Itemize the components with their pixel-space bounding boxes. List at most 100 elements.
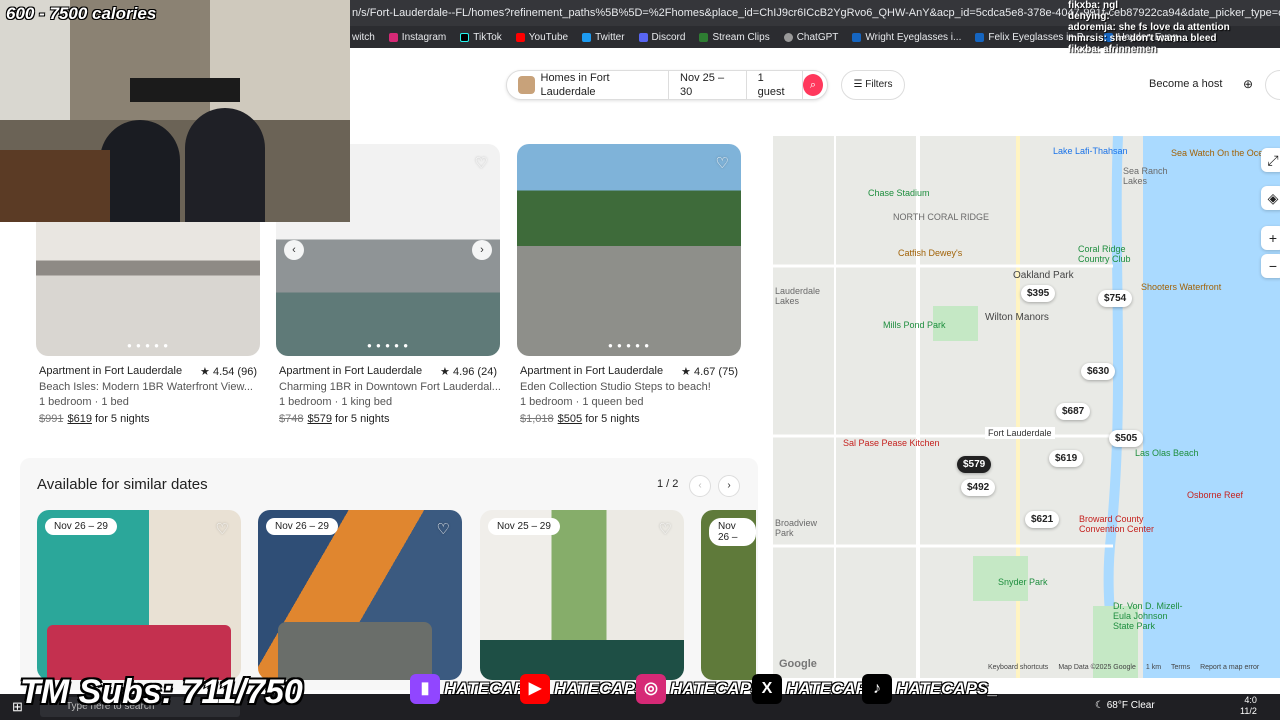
heart-icon[interactable]: ♡ bbox=[216, 520, 229, 538]
search-icon: ⌕ bbox=[809, 79, 816, 91]
price-pin[interactable]: $621 bbox=[1025, 511, 1060, 528]
price-pin[interactable]: $492 bbox=[961, 479, 996, 496]
photo-dots: ● ● ● ● ● bbox=[607, 341, 651, 350]
bookmark-instagram[interactable]: Instagram bbox=[388, 32, 446, 43]
map-label: Catfish Dewey's bbox=[898, 248, 963, 258]
date-badge: Nov 25 – 29 bbox=[488, 518, 560, 535]
map-label: Chase Stadium bbox=[868, 188, 930, 198]
similar-card[interactable]: Nov 26 – bbox=[701, 510, 756, 680]
map-label: Broward County Convention Center bbox=[1079, 514, 1155, 534]
listing-card[interactable]: ♡ ● ● ● ● ● Apartment in Fort Lauderdale… bbox=[517, 144, 741, 425]
bookmark-stream-clips[interactable]: Stream Clips bbox=[699, 32, 770, 43]
chat-message: fikxba: ngl bbox=[1068, 0, 1119, 11]
map-label: Osborne Reef bbox=[1187, 490, 1244, 500]
map-label: Wilton Manors bbox=[985, 312, 1049, 323]
home-icon bbox=[518, 76, 535, 94]
bookmark-chatgpt[interactable]: ChatGPT bbox=[783, 32, 838, 43]
bookmark-discord[interactable]: Discord bbox=[638, 32, 685, 43]
price-pin-selected[interactable]: $579 bbox=[957, 456, 992, 473]
clock[interactable]: 4:0 11/2 bbox=[1240, 695, 1257, 717]
bookmark-twitter[interactable]: Twitter bbox=[582, 32, 625, 43]
bookmark-wright-eyeglasses[interactable]: Wright Eyeglasses i... bbox=[852, 32, 961, 43]
map-label: Snyder Park bbox=[998, 577, 1048, 587]
price-pin[interactable]: $395 bbox=[1021, 285, 1056, 302]
become-host-link[interactable]: Become a host bbox=[1149, 78, 1222, 90]
heart-icon[interactable]: ♡ bbox=[475, 154, 488, 172]
price-pin[interactable]: $630 bbox=[1081, 363, 1116, 380]
tiktok-icon: ♪ bbox=[862, 674, 892, 704]
date-badge: Nov 26 – 29 bbox=[45, 518, 117, 535]
heart-icon[interactable]: ♡ bbox=[716, 154, 729, 172]
zoom-out-button[interactable]: − bbox=[1261, 254, 1280, 278]
instagram-icon bbox=[388, 32, 398, 42]
similar-card[interactable]: Nov 26 – 29 ♡ bbox=[258, 510, 462, 680]
intracoastal-waterway bbox=[1103, 136, 1124, 678]
similar-card[interactable]: Nov 25 – 29 ♡ bbox=[480, 510, 684, 680]
wall-art bbox=[130, 78, 240, 102]
photo-dots: ● ● ● ● ● bbox=[126, 341, 170, 350]
price-pin[interactable]: $505 bbox=[1109, 430, 1144, 447]
dates-segment[interactable]: Nov 25 – 30 bbox=[669, 71, 747, 99]
listing-title: Eden Collection Studio Steps to beach! bbox=[520, 381, 711, 393]
listing-details: 1 bedroom · 1 king bed bbox=[279, 396, 393, 408]
listing-type: Apartment in Fort Lauderdale bbox=[279, 365, 423, 377]
similar-card[interactable]: Nov 26 – 29 ♡ bbox=[37, 510, 241, 680]
bookmark-youtube[interactable]: YouTube bbox=[515, 32, 568, 43]
search-button[interactable]: ⌕ bbox=[802, 74, 824, 96]
listing-rating: ★ 4.54 (96) bbox=[200, 366, 257, 378]
photo-dots: ● ● ● ● ● bbox=[366, 341, 410, 350]
search-bar[interactable]: Homes in Fort Lauderdale Nov 25 – 30 1 g… bbox=[506, 70, 828, 100]
price-pin[interactable]: $754 bbox=[1098, 290, 1133, 307]
prev-photo-button[interactable]: ‹ bbox=[284, 240, 304, 260]
expand-icon[interactable]: ⤢ bbox=[1261, 148, 1280, 172]
chatgpt-icon bbox=[783, 32, 793, 42]
listing-details: 1 bedroom · 1 queen bed bbox=[520, 396, 644, 408]
webcam-overlay bbox=[0, 0, 350, 222]
location-segment[interactable]: Homes in Fort Lauderdale bbox=[507, 71, 670, 99]
chevron-right-icon: › bbox=[727, 480, 731, 491]
price-pin[interactable]: $687 bbox=[1056, 403, 1091, 420]
globe-icon[interactable]: ⊕ bbox=[1240, 76, 1256, 92]
weather-widget[interactable]: ☾ 68°F Clear bbox=[1095, 700, 1155, 711]
chat-message: fikxba: afrinnemen bbox=[1068, 44, 1157, 55]
sofa-image bbox=[278, 622, 432, 680]
social-handle: ♪ HATECAPS_ bbox=[862, 674, 998, 704]
map-label: Lauderdale Lakes bbox=[775, 286, 821, 306]
report-link[interactable]: Report a map error bbox=[1200, 664, 1259, 671]
listing-title: Beach Isles: Modern 1BR Waterfront View.… bbox=[39, 381, 253, 393]
listing-type: Apartment in Fort Lauderdale bbox=[39, 365, 183, 377]
price-pin[interactable]: $619 bbox=[1049, 450, 1084, 467]
next-page-button[interactable]: › bbox=[718, 475, 740, 497]
heart-icon[interactable]: ♡ bbox=[659, 520, 672, 538]
filters-button[interactable]: ☰ Filters bbox=[841, 70, 905, 100]
social-handle: ▮ HATECAPS bbox=[410, 674, 536, 704]
chevron-left-icon: ‹ bbox=[698, 480, 702, 491]
zoom-in-button[interactable]: + bbox=[1261, 226, 1280, 250]
chat-message: adoremja: she fs love da attention bbox=[1068, 22, 1230, 33]
keyboard-shortcuts-link[interactable]: Keyboard shortcuts bbox=[988, 664, 1048, 671]
listing-title: Charming 1BR in Downtown Fort Lauderdal.… bbox=[279, 381, 500, 393]
bed-image bbox=[47, 625, 231, 680]
map-footer: Keyboard shortcuts Map Data ©2025 Google… bbox=[988, 664, 1259, 671]
next-photo-button[interactable]: › bbox=[472, 240, 492, 260]
map[interactable]: Lake Lafi-Thahsan Sea Ranch Lakes Chase … bbox=[773, 136, 1280, 678]
listing-price: $991 $619 for 5 nights bbox=[39, 413, 150, 425]
layers-icon[interactable]: ◈ bbox=[1261, 186, 1280, 210]
chat-message: mmrsis: she don't wanna bleed bbox=[1068, 33, 1217, 44]
map-label: Sea Ranch Lakes bbox=[1123, 166, 1168, 186]
prev-page-button[interactable]: ‹ bbox=[689, 475, 711, 497]
eyeglasses-icon bbox=[975, 32, 985, 42]
terms-link[interactable]: Terms bbox=[1171, 664, 1190, 671]
star-icon: ★ bbox=[440, 366, 453, 378]
listing-photo[interactable]: ♡ ● ● ● ● ● bbox=[517, 144, 741, 356]
map-roads bbox=[773, 136, 1280, 678]
map-data-notice: Map Data ©2025 Google bbox=[1058, 664, 1136, 671]
section-title: Available for similar dates bbox=[37, 476, 208, 493]
listing-rating: ★ 4.96 (24) bbox=[440, 366, 497, 378]
guests-segment[interactable]: 1 guest bbox=[747, 71, 803, 99]
listing-price: $1,018 $505 for 5 nights bbox=[520, 413, 640, 425]
google-logo: Google bbox=[779, 658, 817, 670]
bookmark-tiktok[interactable]: TikTok bbox=[460, 32, 502, 43]
heart-icon[interactable]: ♡ bbox=[437, 520, 450, 538]
bookmark-twitch[interactable]: witch bbox=[352, 32, 375, 43]
